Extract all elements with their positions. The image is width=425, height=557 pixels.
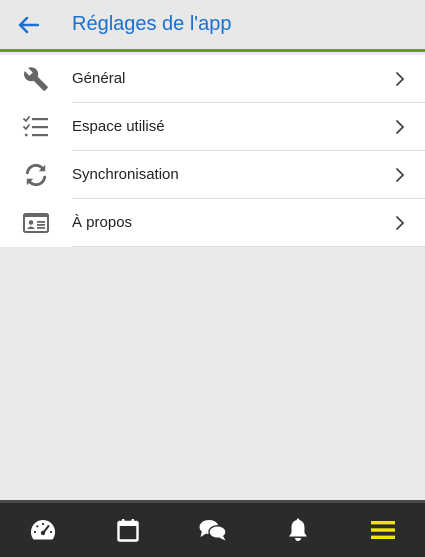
settings-item-about[interactable]: À propos <box>0 199 425 247</box>
chevron-right-icon <box>395 167 405 183</box>
settings-item-sync[interactable]: Synchronisation <box>0 151 425 199</box>
settings-item-label: Synchronisation <box>72 166 179 183</box>
settings-item-general[interactable]: Général <box>0 55 425 103</box>
nav-calendar[interactable] <box>85 503 170 557</box>
nav-messages[interactable] <box>170 503 255 557</box>
nav-notifications[interactable] <box>255 503 340 557</box>
nav-menu[interactable] <box>340 503 425 557</box>
settings-item-label: À propos <box>72 214 133 231</box>
chat-icon <box>199 520 227 541</box>
wrench-icon <box>24 67 48 91</box>
calendar-icon <box>116 519 139 542</box>
nav-dashboard[interactable] <box>0 503 85 557</box>
back-button[interactable] <box>0 0 56 51</box>
settings-item-label: Général <box>72 70 126 87</box>
settings-item-storage[interactable]: Espace utilisé <box>0 103 425 151</box>
menu-icon <box>370 521 395 539</box>
chevron-right-icon <box>395 119 405 135</box>
checklist-icon <box>23 116 48 137</box>
app-header: Réglages de l'app <box>0 0 425 52</box>
page-title: Réglages de l'app <box>72 13 232 35</box>
id-card-icon <box>23 213 49 233</box>
settings-list: Général Espace utilisé Synchronisation À… <box>0 55 425 247</box>
bell-icon <box>288 518 307 541</box>
chevron-right-icon <box>395 215 405 231</box>
bottom-nav <box>0 500 425 557</box>
settings-item-label: Espace utilisé <box>72 118 165 135</box>
dashboard-icon <box>30 520 55 540</box>
arrow-left-icon <box>18 16 39 33</box>
chevron-right-icon <box>395 71 405 87</box>
sync-icon <box>25 163 47 187</box>
